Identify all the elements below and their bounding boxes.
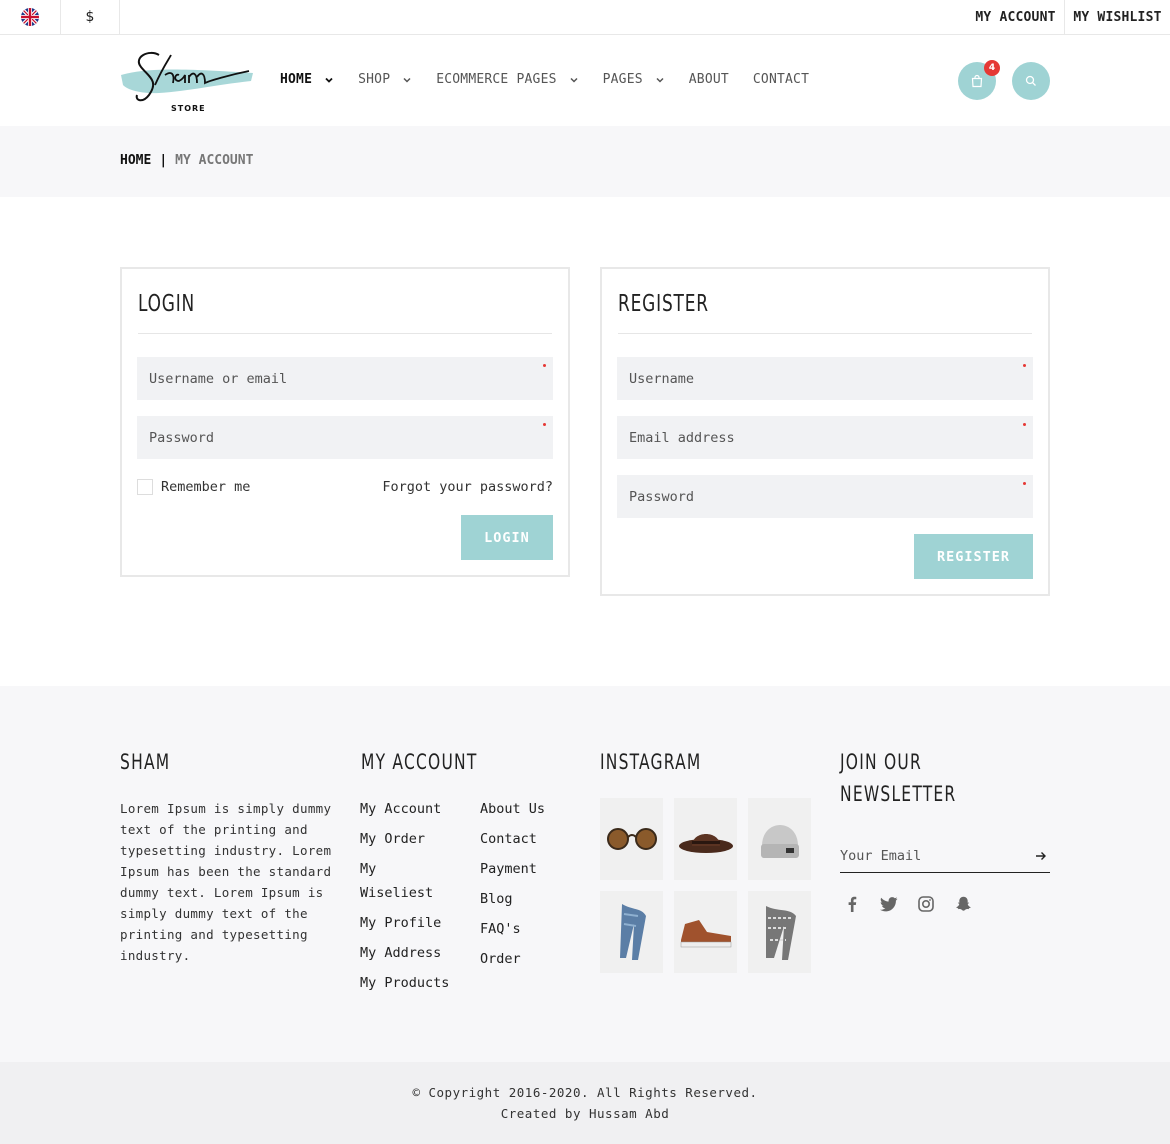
nav-about-label: ABOUT [688, 72, 729, 87]
instagram-grid [600, 798, 811, 973]
chevron-down-icon [656, 77, 664, 83]
footer-link-faqs[interactable]: FAQ's [480, 917, 570, 941]
currency-selector[interactable]: $ [61, 0, 120, 34]
required-dot [1023, 482, 1026, 485]
language-selector[interactable] [0, 0, 61, 34]
instagram-photo-sunglasses[interactable] [600, 798, 663, 880]
nav-ecommerce-pages[interactable]: ECOMMERCE PAGES [436, 72, 578, 87]
cart-count-badge: 4 [984, 60, 1000, 76]
register-password-input[interactable] [617, 475, 1033, 518]
footer-link-my-account[interactable]: My Account [360, 797, 460, 821]
main-header: STORE HOME SHOP ECOMMERCE PAGES PAGES AB… [0, 35, 1170, 126]
nav-home-label: HOME [280, 72, 313, 87]
nav-shop-label: SHOP [358, 72, 391, 87]
forgot-password-link[interactable]: Forgot your password? [382, 479, 553, 495]
breadcrumb-home[interactable]: HOME [120, 153, 151, 168]
footer-link-payment[interactable]: Payment [480, 857, 570, 881]
search-icon [1025, 75, 1036, 86]
breadcrumb: HOME | MY ACCOUNT [120, 153, 253, 168]
register-email-input[interactable] [617, 416, 1033, 459]
breadcrumb-separator: | [159, 153, 168, 168]
footer-account-title: MY ACCOUNT [361, 750, 478, 774]
register-title: REGISTER [618, 291, 709, 317]
nav-contact[interactable]: CONTACT [753, 72, 809, 87]
breadcrumb-current: MY ACCOUNT [175, 153, 254, 168]
snapchat-icon[interactable] [954, 895, 972, 913]
main-nav: HOME SHOP ECOMMERCE PAGES PAGES ABOUT CO… [280, 72, 833, 87]
social-links [843, 895, 991, 913]
footer-link-contact[interactable]: Contact [480, 827, 570, 851]
chevron-down-icon [570, 77, 578, 83]
login-password-input[interactable] [137, 416, 553, 459]
chevron-down-icon [325, 77, 333, 83]
nav-pages[interactable]: PAGES [603, 72, 665, 87]
footer-link-order[interactable]: Order [480, 947, 570, 971]
nav-home[interactable]: HOME [280, 72, 334, 87]
top-my-account-link[interactable]: MY ACCOUNT [967, 0, 1064, 34]
created-by-text: Created by Hussam Abd [500, 1106, 670, 1121]
remember-me-label: Remember me [161, 479, 251, 495]
required-dot [1023, 423, 1026, 426]
login-button[interactable]: LOGIN [461, 515, 553, 560]
instagram-photo-scarf-blue[interactable] [600, 891, 663, 973]
chevron-down-icon [403, 77, 411, 83]
arrow-right-icon[interactable] [1034, 849, 1048, 863]
divider [618, 333, 1032, 334]
breadcrumb-bar: HOME | MY ACCOUNT [0, 126, 1170, 197]
footer-link-my-order[interactable]: My Order [360, 827, 460, 851]
footer-newsletter-title-2: NEWSLETTER [840, 782, 957, 806]
register-form: REGISTER REGISTER [600, 267, 1050, 596]
login-title: LOGIN [138, 291, 196, 317]
instagram-photo-scarf-patterned[interactable] [748, 891, 811, 973]
footer: SHAM Lorem Ipsum is simply dummy text of… [0, 686, 1170, 1062]
footer-link-my-address[interactable]: My Address [360, 941, 460, 965]
nav-ecommerce-pages-label: ECOMMERCE PAGES [436, 72, 557, 87]
footer-newsletter-title-1: JOIN OUR [840, 750, 922, 774]
required-dot [1023, 364, 1026, 367]
remember-me-checkbox[interactable] [137, 479, 153, 495]
instagram-photo-hat[interactable] [674, 798, 737, 880]
search-button[interactable] [1012, 62, 1050, 100]
nav-pages-label: PAGES [602, 72, 643, 87]
facebook-icon[interactable] [843, 895, 861, 913]
footer-instagram-title: INSTAGRAM [600, 750, 702, 774]
instagram-photo-beanie[interactable] [748, 798, 811, 880]
top-bar: $ MY ACCOUNT MY WISHLIST [0, 0, 1170, 35]
newsletter-email-input[interactable] [840, 840, 1050, 873]
svg-text:STORE: STORE [171, 104, 206, 113]
remember-me: Remember me [137, 479, 250, 495]
footer-link-my-profile[interactable]: My Profile [360, 911, 460, 935]
logo[interactable]: STORE [119, 45, 259, 115]
nav-shop[interactable]: SHOP [358, 72, 412, 87]
cart-button[interactable]: 4 [958, 60, 1000, 100]
footer-link-my-wiseliest[interactable]: My Wiseliest [360, 857, 450, 905]
required-dot [543, 423, 546, 426]
top-my-wishlist-link[interactable]: MY WISHLIST [1064, 0, 1170, 34]
footer-account-links: My Account My Order My Wiseliest My Prof… [360, 797, 460, 1001]
login-username-input[interactable] [137, 357, 553, 400]
footer-link-my-products[interactable]: My Products [360, 971, 460, 995]
footer-link-blog[interactable]: Blog [480, 887, 570, 911]
copyright-text: © Copyright 2016-2020. All Rights Reserv… [412, 1085, 758, 1100]
uk-flag-icon [21, 8, 39, 26]
divider [138, 333, 552, 334]
footer-info-links: About Us Contact Payment Blog FAQ's Orde… [480, 797, 570, 977]
instagram-icon[interactable] [917, 895, 935, 913]
twitter-icon[interactable] [880, 895, 898, 913]
shopping-bag-icon [971, 74, 983, 88]
footer-about-text: Lorem Ipsum is simply dummy text of the … [120, 801, 332, 963]
nav-contact-label: CONTACT [752, 72, 810, 87]
footer-link-about-us[interactable]: About Us [480, 797, 570, 821]
required-dot [543, 364, 546, 367]
footer-about-title: SHAM [120, 750, 171, 774]
copyright-bar: © Copyright 2016-2020. All Rights Reserv… [0, 1062, 1170, 1144]
register-button[interactable]: REGISTER [914, 534, 1033, 579]
instagram-photo-sneaker[interactable] [674, 891, 737, 973]
register-username-input[interactable] [617, 357, 1033, 400]
nav-about[interactable]: ABOUT [689, 72, 729, 87]
login-form: LOGIN Remember me Forgot your password? … [120, 267, 570, 577]
